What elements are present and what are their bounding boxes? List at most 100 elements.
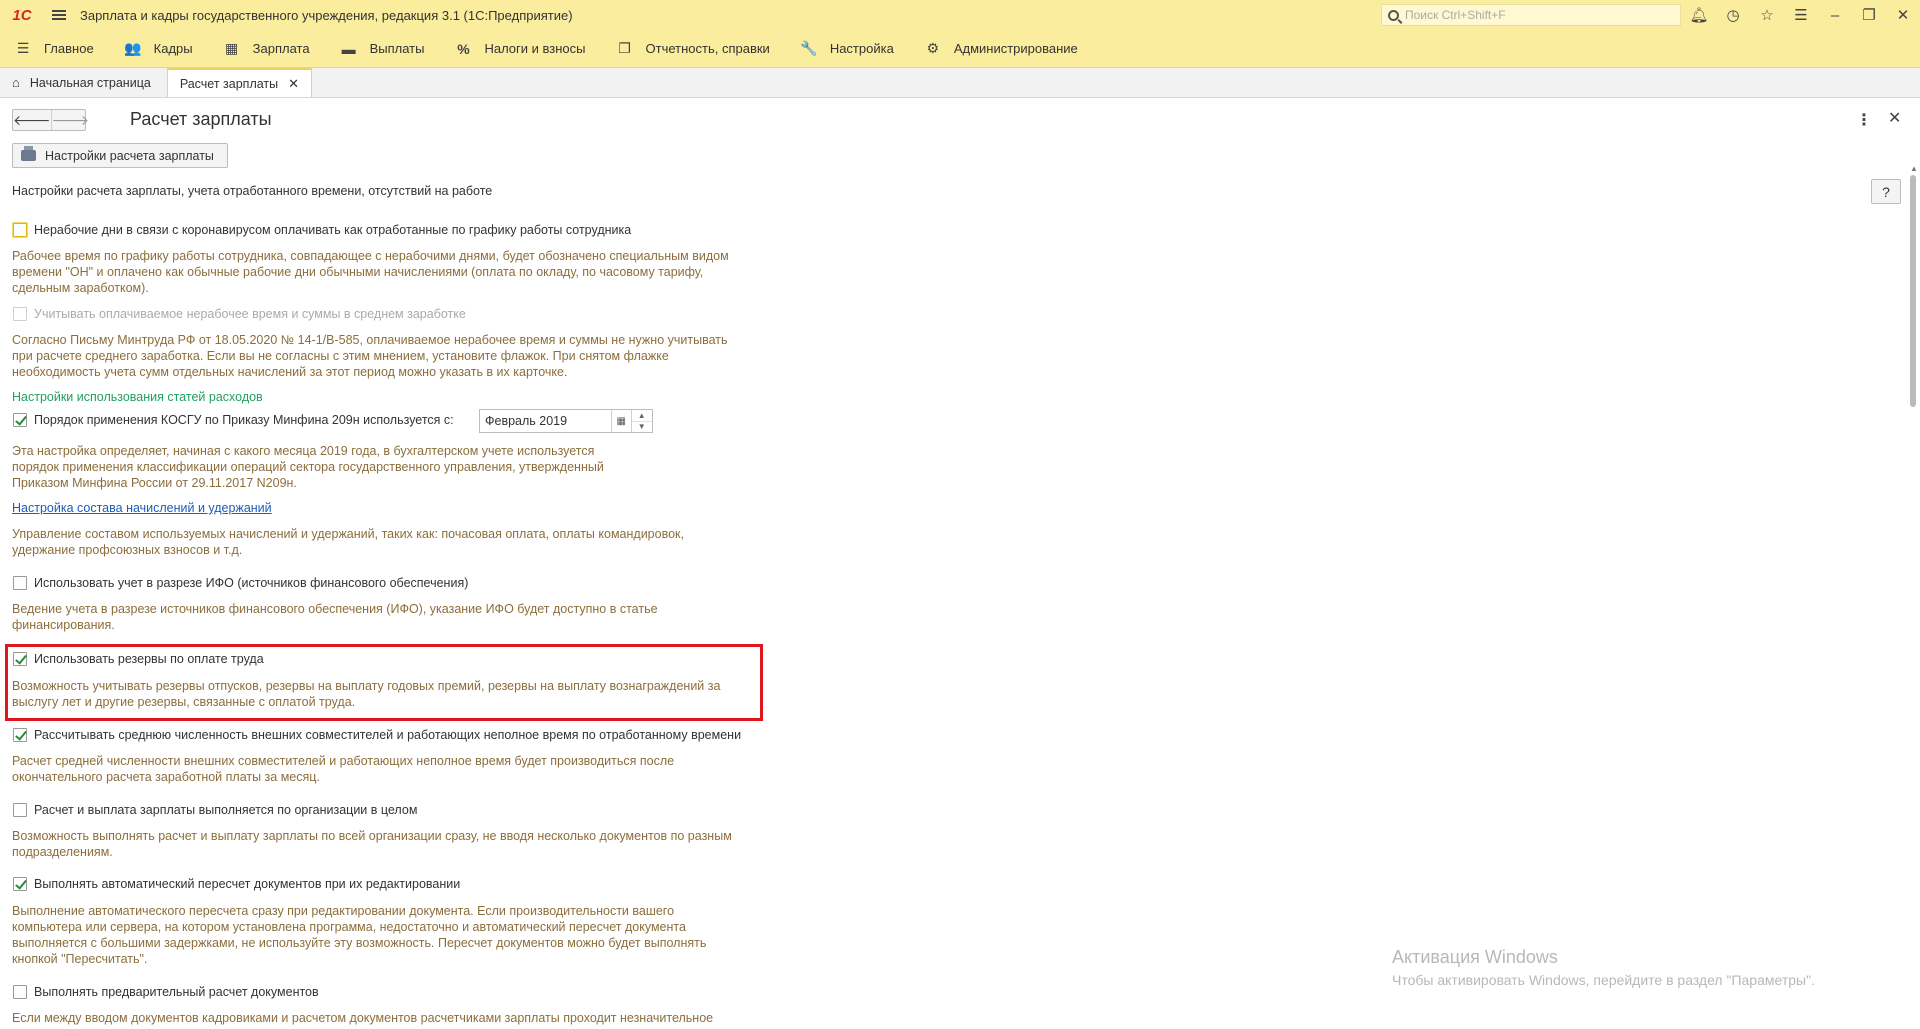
avg-earnings-desc-2: при расчете среднего заработка. Если вы …: [12, 349, 669, 363]
windows-activation-title: Активация Windows: [1392, 947, 1558, 967]
wallet-icon: ▬: [341, 40, 356, 57]
org-whole-desc-1: Возможность выполнять расчет и выплату з…: [12, 829, 732, 843]
forward-arrow-icon[interactable]: 🡒: [50, 110, 89, 130]
menu-item-admin[interactable]: ⚙ Администрирование: [924, 40, 1078, 57]
scrollbar-thumb[interactable]: [1910, 175, 1916, 407]
close-window-icon[interactable]: ✕: [1886, 0, 1920, 30]
windows-activation-subtitle: Чтобы активировать Windows, перейдите в …: [1392, 972, 1815, 988]
menu-item-taxes[interactable]: % Налоги и взносы: [454, 41, 585, 57]
ifo-checkbox[interactable]: [13, 576, 27, 590]
spin-down-icon[interactable]: ▼: [631, 420, 652, 433]
reserves-desc-1: Возможность учитывать резервы отпусков, …: [12, 679, 721, 693]
kosgu-date-field: ▦ ▲ ▼: [479, 409, 653, 433]
avg-earnings-checkbox[interactable]: [13, 307, 27, 321]
main-menu: ☰ Главное 👥 Кадры ▦ Зарплата ▬ Выплаты % Нало…: [0, 30, 1920, 68]
covid-desc-3: сдельным заработком).: [12, 281, 149, 295]
nav-buttons: 🡐 🡒: [12, 109, 89, 131]
title-bar: 1С Зарплата и кадры государственного учр…: [0, 0, 1920, 30]
close-form-icon[interactable]: ✕: [1888, 108, 1901, 128]
restore-icon[interactable]: ❐: [1852, 0, 1886, 30]
prelim-label: Выполнять предварительный расчет докумен…: [34, 985, 319, 999]
covid-desc-1: Рабочее время по графику работы сотрудни…: [12, 249, 729, 263]
avg-earnings-desc-1: Согласно Письму Минтруда РФ от 18.05.202…: [12, 333, 728, 347]
kosgu-date-input[interactable]: [480, 410, 611, 432]
more-icon[interactable]: ⋮: [1856, 110, 1872, 130]
accruals-desc-1: Управление составом используемых начисле…: [12, 527, 684, 541]
covid-label: Нерабочие дни в связи с коронавирусом оп…: [34, 223, 632, 237]
covid-checkbox[interactable]: [13, 223, 27, 237]
reserves-checkbox[interactable]: [13, 652, 27, 666]
printer-icon: [21, 146, 36, 161]
menu-item-main[interactable]: ☰ Главное: [14, 40, 94, 57]
menu-item-salary[interactable]: ▦ Зарплата: [223, 40, 310, 57]
ifo-label: Использовать учет в разрезе ИФО (источни…: [34, 576, 469, 590]
ifo-desc-1: Ведение учета в разрезе источников финан…: [12, 602, 658, 616]
menu-item-payments[interactable]: ▬ Выплаты: [340, 41, 425, 57]
page-title: Расчет зарплаты: [130, 109, 272, 129]
avg-headcount-checkbox[interactable]: [13, 728, 27, 742]
kosgu-label: Порядок применения КОСГУ по Приказу Минф…: [34, 413, 454, 427]
avg-headcount-desc-2: окончательного расчета заработной платы …: [12, 770, 320, 784]
tab-salary-calc[interactable]: Расчет зарплаты ✕: [166, 68, 313, 97]
accruals-desc-2: удержание профсоюзных взносов и т.д.: [12, 543, 243, 557]
help-button[interactable]: ?: [1871, 179, 1901, 204]
search-icon: [1388, 9, 1399, 21]
gear-icon: ⚙: [926, 40, 940, 56]
auto-recalc-desc-1: Выполнение автоматического пересчета сра…: [12, 904, 675, 918]
menu-item-staff[interactable]: 👥 Кадры: [123, 40, 193, 57]
org-whole-label: Расчет и выплата зарплаты выполняется по…: [34, 803, 418, 817]
history-icon[interactable]: ◷: [1716, 0, 1750, 30]
auto-recalc-label: Выполнять автоматический пересчет докуме…: [34, 877, 461, 891]
bell-icon[interactable]: 🔔︎: [1682, 0, 1716, 30]
prelim-desc-1: Если между вводом документов кадровиками…: [12, 1011, 714, 1025]
avg-earnings-desc-3: необходимость учета сумм отдельных начис…: [12, 365, 568, 379]
auto-recalc-desc-2: компьютера или сервера, на котором устан…: [12, 920, 686, 934]
scroll-up-icon[interactable]: ▲: [1910, 164, 1918, 173]
auto-recalc-desc-3: выполняется с большими задержками, не ис…: [12, 936, 707, 950]
ifo-desc-2: финансирования.: [12, 618, 115, 632]
home-icon: ⌂: [12, 75, 20, 90]
percent-icon: %: [457, 40, 470, 57]
salary-settings-button[interactable]: Настройки расчета зарплаты: [12, 143, 228, 168]
people-icon: 👥: [123, 40, 142, 56]
reports-icon: ❐: [618, 40, 631, 56]
kosgu-desc-1: Эта настройка определяет, начиная с како…: [12, 444, 595, 458]
prelim-checkbox[interactable]: [13, 985, 27, 999]
kosgu-desc-3: Приказом Минфина России от 29.11.2017 N2…: [12, 476, 297, 490]
avg-headcount-desc-1: Расчет средней численности внешних совме…: [12, 754, 675, 768]
kosgu-desc-2: порядок применения классификации операци…: [12, 460, 604, 474]
covid-desc-2: времени "ОН" и оплачено как обычные рабо…: [12, 265, 704, 279]
list-icon[interactable]: ☰: [1784, 0, 1818, 30]
auto-recalc-desc-4: кнопкой "Пересчитать".: [12, 952, 148, 966]
app-logo: 1С: [12, 6, 32, 24]
reserves-label: Использовать резервы по оплате труда: [34, 652, 264, 666]
close-tab-icon[interactable]: ✕: [288, 76, 299, 92]
star-icon[interactable]: ☆: [1750, 0, 1784, 30]
menu-item-settings[interactable]: 🔧 Настройка: [800, 40, 894, 57]
back-arrow-icon[interactable]: 🡐: [13, 110, 51, 130]
tab-home[interactable]: ⌂ Начальная страница: [0, 68, 163, 97]
avg-headcount-label: Рассчитывать среднюю численность внешних…: [34, 728, 742, 742]
kosgu-checkbox[interactable]: [13, 413, 27, 427]
minimize-icon[interactable]: –: [1818, 0, 1852, 30]
expense-section-title: Настройки использования статей расходов: [12, 390, 263, 404]
reserves-desc-2: выслугу лет и другие резервы, связанные …: [12, 695, 356, 709]
spin-up-icon[interactable]: ▲: [632, 410, 652, 421]
search-input[interactable]: Поиск Ctrl+Shift+F: [1381, 4, 1681, 26]
calendar-icon[interactable]: ▦: [611, 410, 631, 432]
hamburger-icon: ☰: [16, 40, 30, 56]
wrench-icon: 🔧: [800, 40, 818, 56]
org-whole-desc-2: подразделениям.: [12, 845, 113, 859]
app-title: Зарплата и кадры государственного учрежд…: [80, 7, 573, 23]
org-whole-checkbox[interactable]: [13, 803, 27, 817]
search-placeholder: Поиск Ctrl+Shift+F: [1405, 8, 1506, 22]
accruals-settings-link[interactable]: Настройка состава начислений и удержаний: [12, 500, 272, 516]
avg-earnings-label: Учитывать оплачиваемое нерабочее время и…: [34, 307, 466, 321]
menu-icon[interactable]: [44, 0, 74, 30]
tab-bar: ⌂ Начальная страница Расчет зарплаты ✕: [0, 68, 1920, 98]
calculator-icon: ▦: [225, 40, 239, 56]
intro-text: Настройки расчета зарплаты, учета отрабо…: [12, 184, 493, 198]
menu-item-reports[interactable]: ❐ Отчетность, справки: [616, 40, 770, 57]
auto-recalc-checkbox[interactable]: [13, 877, 27, 891]
date-spinner[interactable]: ▲ ▼: [630, 410, 652, 433]
